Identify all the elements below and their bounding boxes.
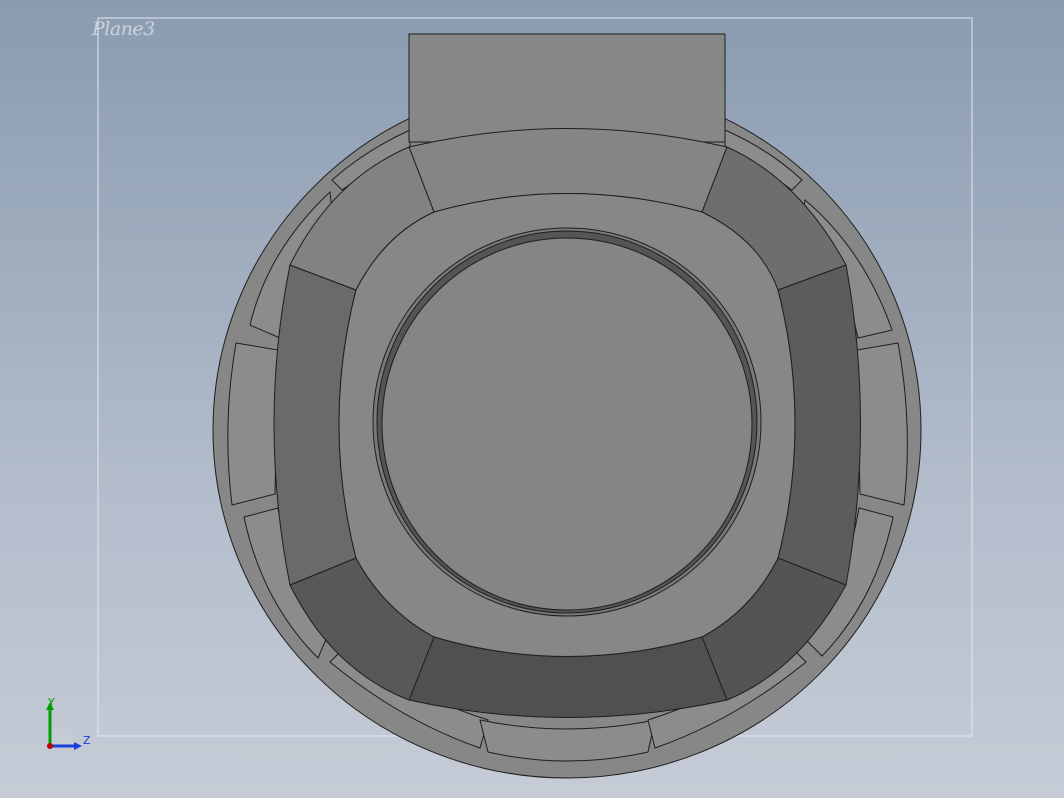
y-axis-label: Y: [48, 696, 55, 709]
slot-right-mid: [856, 342, 908, 506]
graphics-viewport[interactable]: Plane3 Y Z: [0, 0, 1064, 798]
bore-face[interactable]: [381, 237, 753, 611]
top-tab[interactable]: [408, 33, 726, 143]
slot-left-mid: [227, 342, 279, 506]
coordinate-triad: Y Z: [40, 696, 100, 758]
origin-dot: [47, 743, 53, 749]
plane-label[interactable]: Plane3: [92, 18, 155, 40]
z-axis-label: Z: [83, 734, 91, 747]
part-model[interactable]: [0, 0, 1064, 798]
